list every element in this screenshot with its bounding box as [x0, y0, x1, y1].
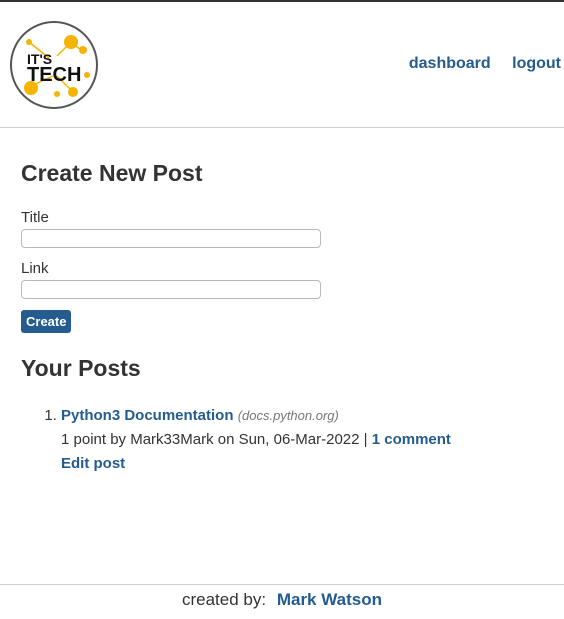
footer-prefix: created by:	[181, 590, 267, 609]
link-label: Link	[21, 260, 49, 277]
post-comments-link[interactable]: 1 comment	[372, 431, 451, 448]
title-label: Title	[21, 209, 49, 226]
create-post-form: Title Link Create	[21, 209, 321, 333]
its-tech-logo[interactable]: IT'S TECH	[9, 20, 99, 110]
create-post-heading: Create New Post	[21, 160, 203, 186]
footer-author-link[interactable]: Mark Watson	[277, 590, 382, 609]
nav-logout-link[interactable]: logout	[512, 55, 561, 72]
svg-text:TECH: TECH	[27, 64, 81, 86]
post-domain: (docs.python.org)	[237, 408, 339, 423]
create-button[interactable]: Create	[21, 310, 72, 333]
top-nav: dashboard logout	[392, 55, 561, 73]
site-footer: created by: Mark Watson	[0, 584, 564, 619]
site-header: IT'S TECH dashboard logout	[0, 2, 564, 128]
posts-list: Python3 Documentation (docs.python.org) …	[40, 404, 451, 476]
edit-post-link[interactable]: Edit post	[61, 455, 125, 472]
list-item: Python3 Documentation (docs.python.org) …	[61, 404, 451, 476]
link-input[interactable]	[21, 280, 321, 299]
title-input[interactable]	[21, 229, 321, 248]
post-title-link[interactable]: Python3 Documentation	[61, 407, 234, 424]
nav-dashboard-link[interactable]: dashboard	[409, 55, 491, 72]
your-posts-heading: Your Posts	[21, 355, 141, 381]
post-meta: 1 point by Mark33Mark on Sun, 06-Mar-202…	[61, 431, 372, 448]
